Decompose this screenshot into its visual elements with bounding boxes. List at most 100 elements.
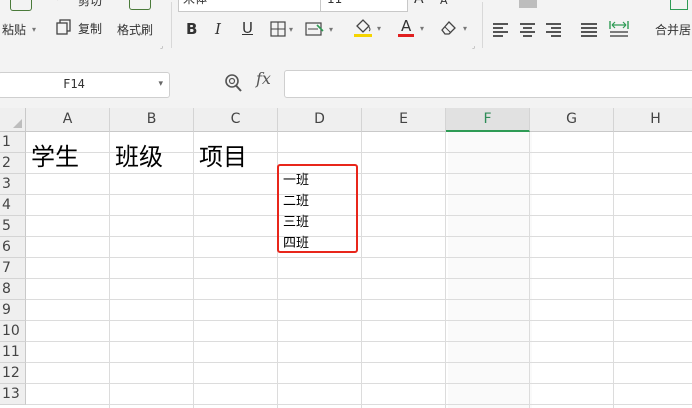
align-line xyxy=(493,31,508,33)
paint-bucket-icon xyxy=(356,19,371,33)
align-line xyxy=(546,23,561,25)
format-painter-icon xyxy=(129,0,151,10)
font-color-swatch xyxy=(398,34,414,37)
column-header-b[interactable]: B xyxy=(110,108,194,132)
merge-center-button[interactable]: 合并居中 xyxy=(650,0,692,50)
align-line xyxy=(523,27,532,29)
separator xyxy=(171,2,172,48)
cell-A1[interactable]: 学生 xyxy=(31,137,79,172)
row-header-8[interactable]: 8 xyxy=(0,279,26,300)
font-size-select[interactable]: 11 xyxy=(320,0,408,12)
row-header-1[interactable]: 1 xyxy=(0,132,26,153)
cut-button[interactable]: ✂ 剪切 xyxy=(56,0,108,8)
column-header-g[interactable]: G xyxy=(530,108,614,132)
row-gridline xyxy=(26,236,692,237)
row-header-7[interactable]: 7 xyxy=(0,258,26,279)
font-color-letter: A xyxy=(401,17,412,35)
justify-button[interactable] xyxy=(581,21,599,37)
chevron-down-icon[interactable]: ▾ xyxy=(158,79,163,89)
align-center-button[interactable] xyxy=(519,21,537,37)
bold-button[interactable]: B xyxy=(186,20,197,38)
cell-C1[interactable]: 项目 xyxy=(199,137,247,172)
align-line xyxy=(493,27,503,29)
align-line xyxy=(520,23,535,25)
fx-icon[interactable]: fx xyxy=(256,69,271,88)
copy-label: 复制 xyxy=(78,22,103,36)
row-header-5[interactable]: 5 xyxy=(0,216,26,237)
paste-button[interactable]: 粘贴 ▾ xyxy=(0,0,44,50)
border-dropdown-arrow: ▾ xyxy=(289,25,294,34)
align-line xyxy=(551,35,561,37)
align-right-button[interactable] xyxy=(545,21,563,37)
align-line xyxy=(493,23,508,25)
row-header-6[interactable]: 6 xyxy=(0,237,26,258)
scissors-icon: ✂ xyxy=(56,0,67,6)
copy-button[interactable]: 复制 xyxy=(56,19,108,37)
align-line xyxy=(581,35,597,37)
align-line xyxy=(581,27,597,29)
column-header-d[interactable]: D xyxy=(278,108,362,132)
row-gridline xyxy=(26,173,692,174)
clear-format-dropdown-arrow: ▾ xyxy=(463,24,468,33)
formula-input[interactable] xyxy=(284,70,692,98)
column-header-c[interactable]: C xyxy=(194,108,278,132)
fill-color-button[interactable]: ▾ xyxy=(354,18,388,40)
row-gridline xyxy=(26,257,692,258)
column-header-h[interactable]: H xyxy=(614,108,692,132)
cell-style-button[interactable]: ▾ xyxy=(305,20,339,38)
column-header-a[interactable]: A xyxy=(26,108,110,132)
cell-reference: F14 xyxy=(63,77,85,91)
zoom-search-icon[interactable] xyxy=(223,71,243,95)
italic-button[interactable]: I xyxy=(215,20,221,38)
row-gridline xyxy=(26,278,692,279)
border-grid-icon xyxy=(270,21,286,37)
font-expand-icon[interactable]: ⌟ xyxy=(472,42,475,50)
row-gridline xyxy=(26,383,692,384)
align-line xyxy=(523,35,532,37)
border-button[interactable]: ▾ xyxy=(270,20,298,38)
font-name-select[interactable]: 宋体 xyxy=(178,0,322,12)
align-line xyxy=(581,23,597,25)
row-gridline xyxy=(26,341,692,342)
format-painter-label: 格式刷 xyxy=(117,23,154,37)
row-header-11[interactable]: 11 xyxy=(0,342,26,363)
align-left-button[interactable] xyxy=(493,21,511,37)
eraser-icon xyxy=(441,21,456,35)
name-box[interactable]: F14 ▾ xyxy=(0,72,170,98)
top-align-active-indicator xyxy=(519,0,537,8)
align-line xyxy=(520,31,535,33)
row-header-12[interactable]: 12 xyxy=(0,363,26,384)
column-header-f[interactable]: F xyxy=(446,108,530,132)
fill-color-dropdown-arrow: ▾ xyxy=(377,24,382,33)
highlight-annotation-box xyxy=(277,164,358,253)
cut-label: 剪切 xyxy=(78,0,103,8)
row-header-13[interactable]: 13 xyxy=(0,384,26,405)
align-line xyxy=(551,27,561,29)
merge-center-label: 合并居中 xyxy=(655,23,692,37)
font-name-value: 宋体 xyxy=(183,0,207,9)
select-all-triangle-icon xyxy=(13,119,22,128)
grow-font-button[interactable]: A xyxy=(414,0,424,8)
fill-color-swatch xyxy=(354,34,372,37)
row-header-9[interactable]: 9 xyxy=(0,300,26,321)
row-header-4[interactable]: 4 xyxy=(0,195,26,216)
row-header-2[interactable]: 2 xyxy=(0,153,26,174)
cell-style-dropdown-arrow: ▾ xyxy=(329,25,334,34)
font-color-button[interactable]: A ▾ xyxy=(398,17,430,40)
clear-format-button[interactable]: ▾ xyxy=(440,18,474,40)
underline-button[interactable]: U xyxy=(242,19,253,37)
row-header-10[interactable]: 10 xyxy=(0,321,26,342)
distribute-icon xyxy=(609,21,629,37)
row-gridline xyxy=(26,320,692,321)
cell-B1[interactable]: 班级 xyxy=(115,137,163,172)
shrink-font-button[interactable]: A xyxy=(440,0,448,10)
format-painter-button[interactable]: 格式刷 xyxy=(114,0,164,50)
row-header-3[interactable]: 3 xyxy=(0,174,26,195)
spreadsheet-grid[interactable]: A B C D E F G H 1 2 3 4 5 6 7 8 9 10 11 12 13 学生 班级 项目 一班 二班 三班 四班 xyxy=(0,108,692,408)
font-size-value: 11 xyxy=(327,0,342,9)
column-header-e[interactable]: E xyxy=(362,108,446,132)
select-all-corner[interactable] xyxy=(0,108,26,132)
distribute-button[interactable] xyxy=(609,19,629,37)
clipboard-expand-icon[interactable]: ⌟ xyxy=(160,42,163,50)
row-gridline xyxy=(26,362,692,363)
